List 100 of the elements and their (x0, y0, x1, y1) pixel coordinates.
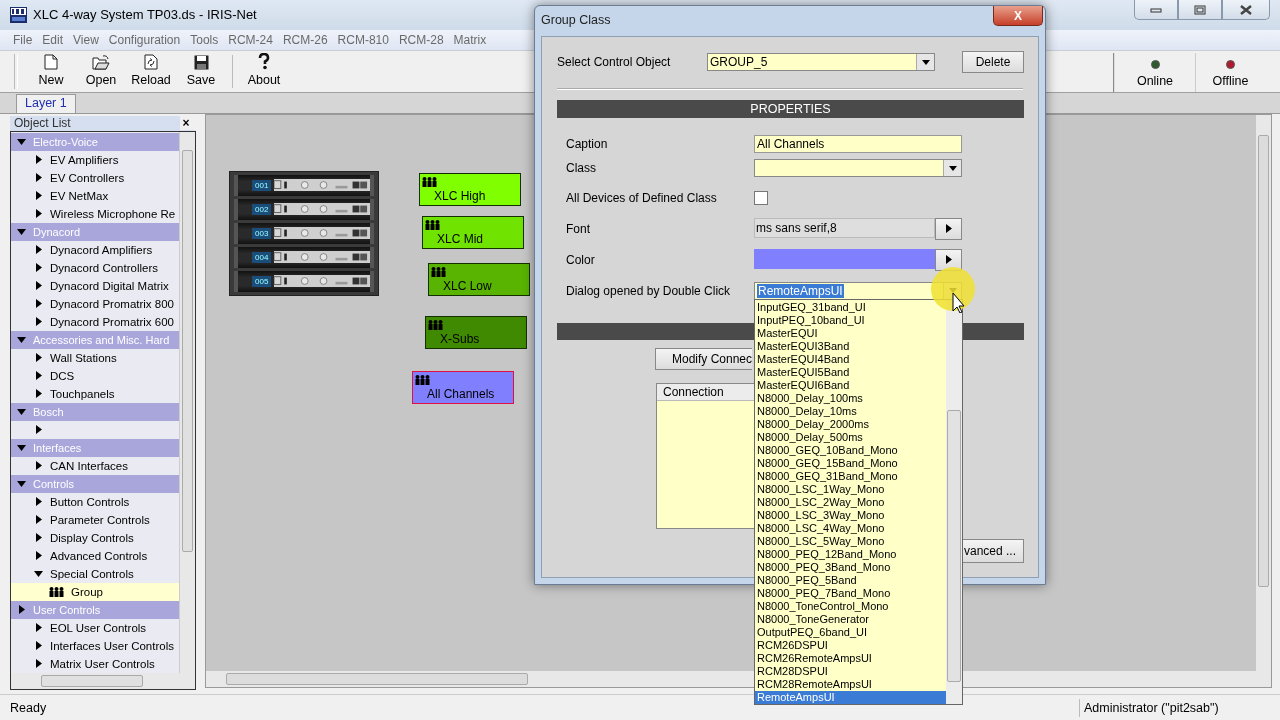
dropdown-field[interactable] (754, 159, 962, 177)
tree-item[interactable]: Dynacord Amplifiers (11, 240, 179, 259)
tree-item[interactable]: Touchpanels (11, 384, 179, 403)
vertical-scrollbar[interactable] (179, 131, 195, 673)
collapse-arrow-icon[interactable] (17, 138, 26, 145)
menu-item[interactable]: Configuration (103, 32, 186, 47)
delete-button[interactable]: Delete (962, 51, 1024, 73)
arrow-icon[interactable] (945, 224, 952, 233)
list-option[interactable]: N8000_LSC_3Way_Mono (755, 509, 946, 522)
list-option[interactable]: MasterEQUI3Band (755, 340, 946, 353)
expand-arrow-icon[interactable] (35, 425, 42, 435)
tree-item[interactable]: Button Controls (11, 492, 179, 511)
dropdown-field[interactable]: GROUP_5 (707, 53, 935, 71)
modify-button[interactable]: Modify Connec (655, 348, 753, 370)
tree-item[interactable]: Advanced Controls (11, 546, 179, 565)
list-option[interactable]: N8000_LSC_5Way_Mono (755, 535, 946, 548)
toolbar-button[interactable]: Save (176, 50, 226, 92)
more-button[interactable] (935, 248, 962, 271)
list-option[interactable]: MasterEQUI6Band (755, 379, 946, 392)
menu-item[interactable]: File (8, 32, 38, 47)
group-control[interactable]: XLC High (419, 172, 521, 206)
list-option[interactable]: N8000_LSC_1Way_Mono (755, 483, 946, 496)
toolbar-button[interactable]: Reload (126, 50, 176, 92)
dropdown-arrow-icon[interactable] (921, 59, 930, 65)
group-control[interactable]: X-Subs (425, 315, 527, 349)
list-option[interactable]: N8000_GEQ_10Band_Mono (755, 444, 946, 457)
tree-item[interactable]: Dynacord Promatrix 600 (11, 312, 179, 331)
tree-item[interactable]: EV Controllers (11, 168, 179, 187)
connection-button[interactable]: Online (1115, 52, 1195, 92)
tree-item[interactable]: DCS (11, 366, 179, 385)
list-option[interactable]: MasterEQUI (755, 327, 946, 340)
arrow-icon[interactable] (945, 255, 952, 264)
column-header[interactable]: Connection (657, 384, 755, 401)
toolbar-button[interactable]: Open (76, 50, 126, 92)
list-option[interactable]: RCM28RemoteAmpsUI (755, 678, 946, 691)
tree-item[interactable]: EV NetMax (11, 186, 179, 205)
vertical-scrollbar[interactable] (1256, 114, 1271, 671)
tree-item[interactable]: Dynacord Controllers (11, 258, 179, 277)
menu-item[interactable]: RCM-24 (223, 32, 278, 47)
tree-item[interactable]: CAN Interfaces (11, 456, 179, 475)
minimize-button[interactable] (1134, 0, 1178, 20)
more-button[interactable] (935, 217, 962, 240)
list-option[interactable]: InputPEQ_10band_UI (755, 314, 946, 327)
advanced-button[interactable]: vanced ... (963, 539, 1024, 563)
tree-item[interactable]: Interfaces User Controls (11, 636, 179, 655)
list-option[interactable]: RCM26DSPUI (755, 639, 946, 652)
list-option[interactable]: OutputPEQ_6band_UI (755, 626, 946, 639)
menu-item[interactable]: Matrix (448, 32, 492, 47)
menu-item[interactable]: RCM-26 (277, 32, 333, 47)
list-option[interactable]: N8000_Delay_2000ms (755, 418, 946, 431)
group-control[interactable]: XLC Low (428, 262, 530, 296)
toolbar-button[interactable]: New (26, 50, 76, 92)
list-option[interactable]: N8000_PEQ_5Band (755, 574, 946, 587)
tree-item[interactable]: Group (11, 582, 179, 601)
connection-button[interactable]: Offline (1195, 52, 1265, 92)
close-button[interactable]: × (180, 116, 196, 131)
list-option[interactable]: MasterEQUI4Band (755, 353, 946, 366)
toolbar-button[interactable]: About (239, 50, 289, 92)
tree-item[interactable]: Parameter Controls (11, 510, 179, 529)
tree-item[interactable]: EV Amplifiers (11, 150, 179, 169)
collapse-arrow-icon[interactable] (17, 336, 26, 343)
list-option[interactable]: N8000_Delay_100ms (755, 392, 946, 405)
close-button[interactable] (1222, 0, 1270, 20)
tree-item[interactable]: Wireless Microphone Re (11, 204, 179, 223)
checkbox[interactable] (754, 190, 768, 205)
tree-item[interactable]: Dynacord Promatrix 800 (11, 294, 179, 313)
collapse-arrow-icon[interactable] (17, 408, 26, 415)
collapse-arrow-icon[interactable] (34, 570, 43, 577)
menu-item[interactable]: RCM-810 (332, 32, 394, 47)
menu-item[interactable]: View (68, 32, 104, 47)
list-option[interactable]: N8000_PEQ_7Band_Mono (755, 587, 946, 600)
tree-item[interactable]: Display Controls (11, 528, 179, 547)
collapse-arrow-icon[interactable] (17, 444, 26, 451)
list-option[interactable]: N8000_Delay_10ms (755, 405, 946, 418)
list-option[interactable]: N8000_PEQ_3Band_Mono (755, 561, 946, 574)
list-option[interactable]: N8000_Delay_500ms (755, 431, 946, 444)
list-option[interactable]: RCM28DSPUI (755, 665, 946, 678)
tree-item[interactable]: Wall Stations (11, 348, 179, 367)
menu-item[interactable]: Edit (37, 32, 69, 47)
collapse-arrow-icon[interactable] (17, 228, 26, 235)
group-control[interactable]: XLC Mid (422, 215, 524, 249)
list-option[interactable]: N8000_GEQ_15Band_Mono (755, 457, 946, 470)
text-field[interactable]: All Channels (754, 135, 962, 153)
list-option[interactable]: N8000_GEQ_31Band_Mono (755, 470, 946, 483)
list-option[interactable]: N8000_ToneControl_Mono (755, 600, 946, 613)
list-option[interactable]: N8000_PEQ_12Band_Mono (755, 548, 946, 561)
list-option[interactable]: RemoteAmpsUI (755, 691, 946, 704)
list-option[interactable]: N8000_LSC_4Way_Mono (755, 522, 946, 535)
tree-item[interactable]: Matrix User Controls (11, 654, 179, 673)
group-control[interactable]: All Channels (412, 370, 514, 404)
layer-tab[interactable]: Layer 1 (16, 93, 76, 113)
horizontal-scrollbar[interactable] (11, 672, 179, 689)
list-option[interactable]: N8000_LSC_2Way_Mono (755, 496, 946, 509)
expand-arrow-icon[interactable] (35, 461, 42, 471)
tree-item[interactable]: Special Controls (11, 564, 179, 583)
menu-item[interactable]: RCM-28 (393, 32, 449, 47)
list-option[interactable]: MasterEQUI5Band (755, 366, 946, 379)
tree-item[interactable]: EOL User Controls (11, 618, 179, 637)
menu-item[interactable]: Tools (185, 32, 224, 47)
list-option[interactable]: RCM26RemoteAmpsUI (755, 652, 946, 665)
